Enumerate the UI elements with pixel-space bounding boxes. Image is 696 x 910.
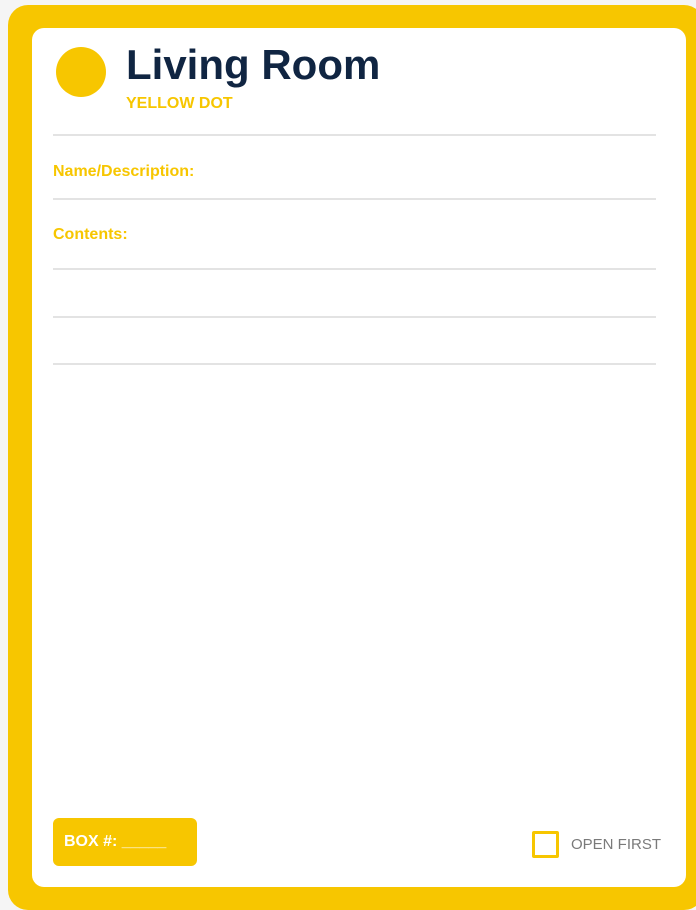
open-first-label: OPEN FIRST <box>571 835 662 853</box>
moving-box-label: Living Room YELLOW DOT Name/Description:… <box>8 5 696 910</box>
open-first-option[interactable]: OPEN FIRST <box>532 831 661 858</box>
box-number-field[interactable]: BOX #: _____ <box>53 818 197 866</box>
room-title: Living Room <box>126 41 381 88</box>
contents-line-2[interactable] <box>53 316 656 318</box>
open-first-checkbox[interactable] <box>532 831 559 858</box>
contents-label: Contents: <box>53 226 128 243</box>
label-sheet: Living Room YELLOW DOT Name/Description:… <box>32 28 686 887</box>
yellow-dot-icon <box>56 47 106 97</box>
color-code-label: YELLOW DOT <box>126 95 233 112</box>
contents-line-3[interactable] <box>53 363 656 365</box>
contents-line-1[interactable] <box>53 268 656 270</box>
header-divider <box>53 134 656 136</box>
name-description-line[interactable] <box>53 198 656 200</box>
name-description-label: Name/Description: <box>53 163 195 180</box>
